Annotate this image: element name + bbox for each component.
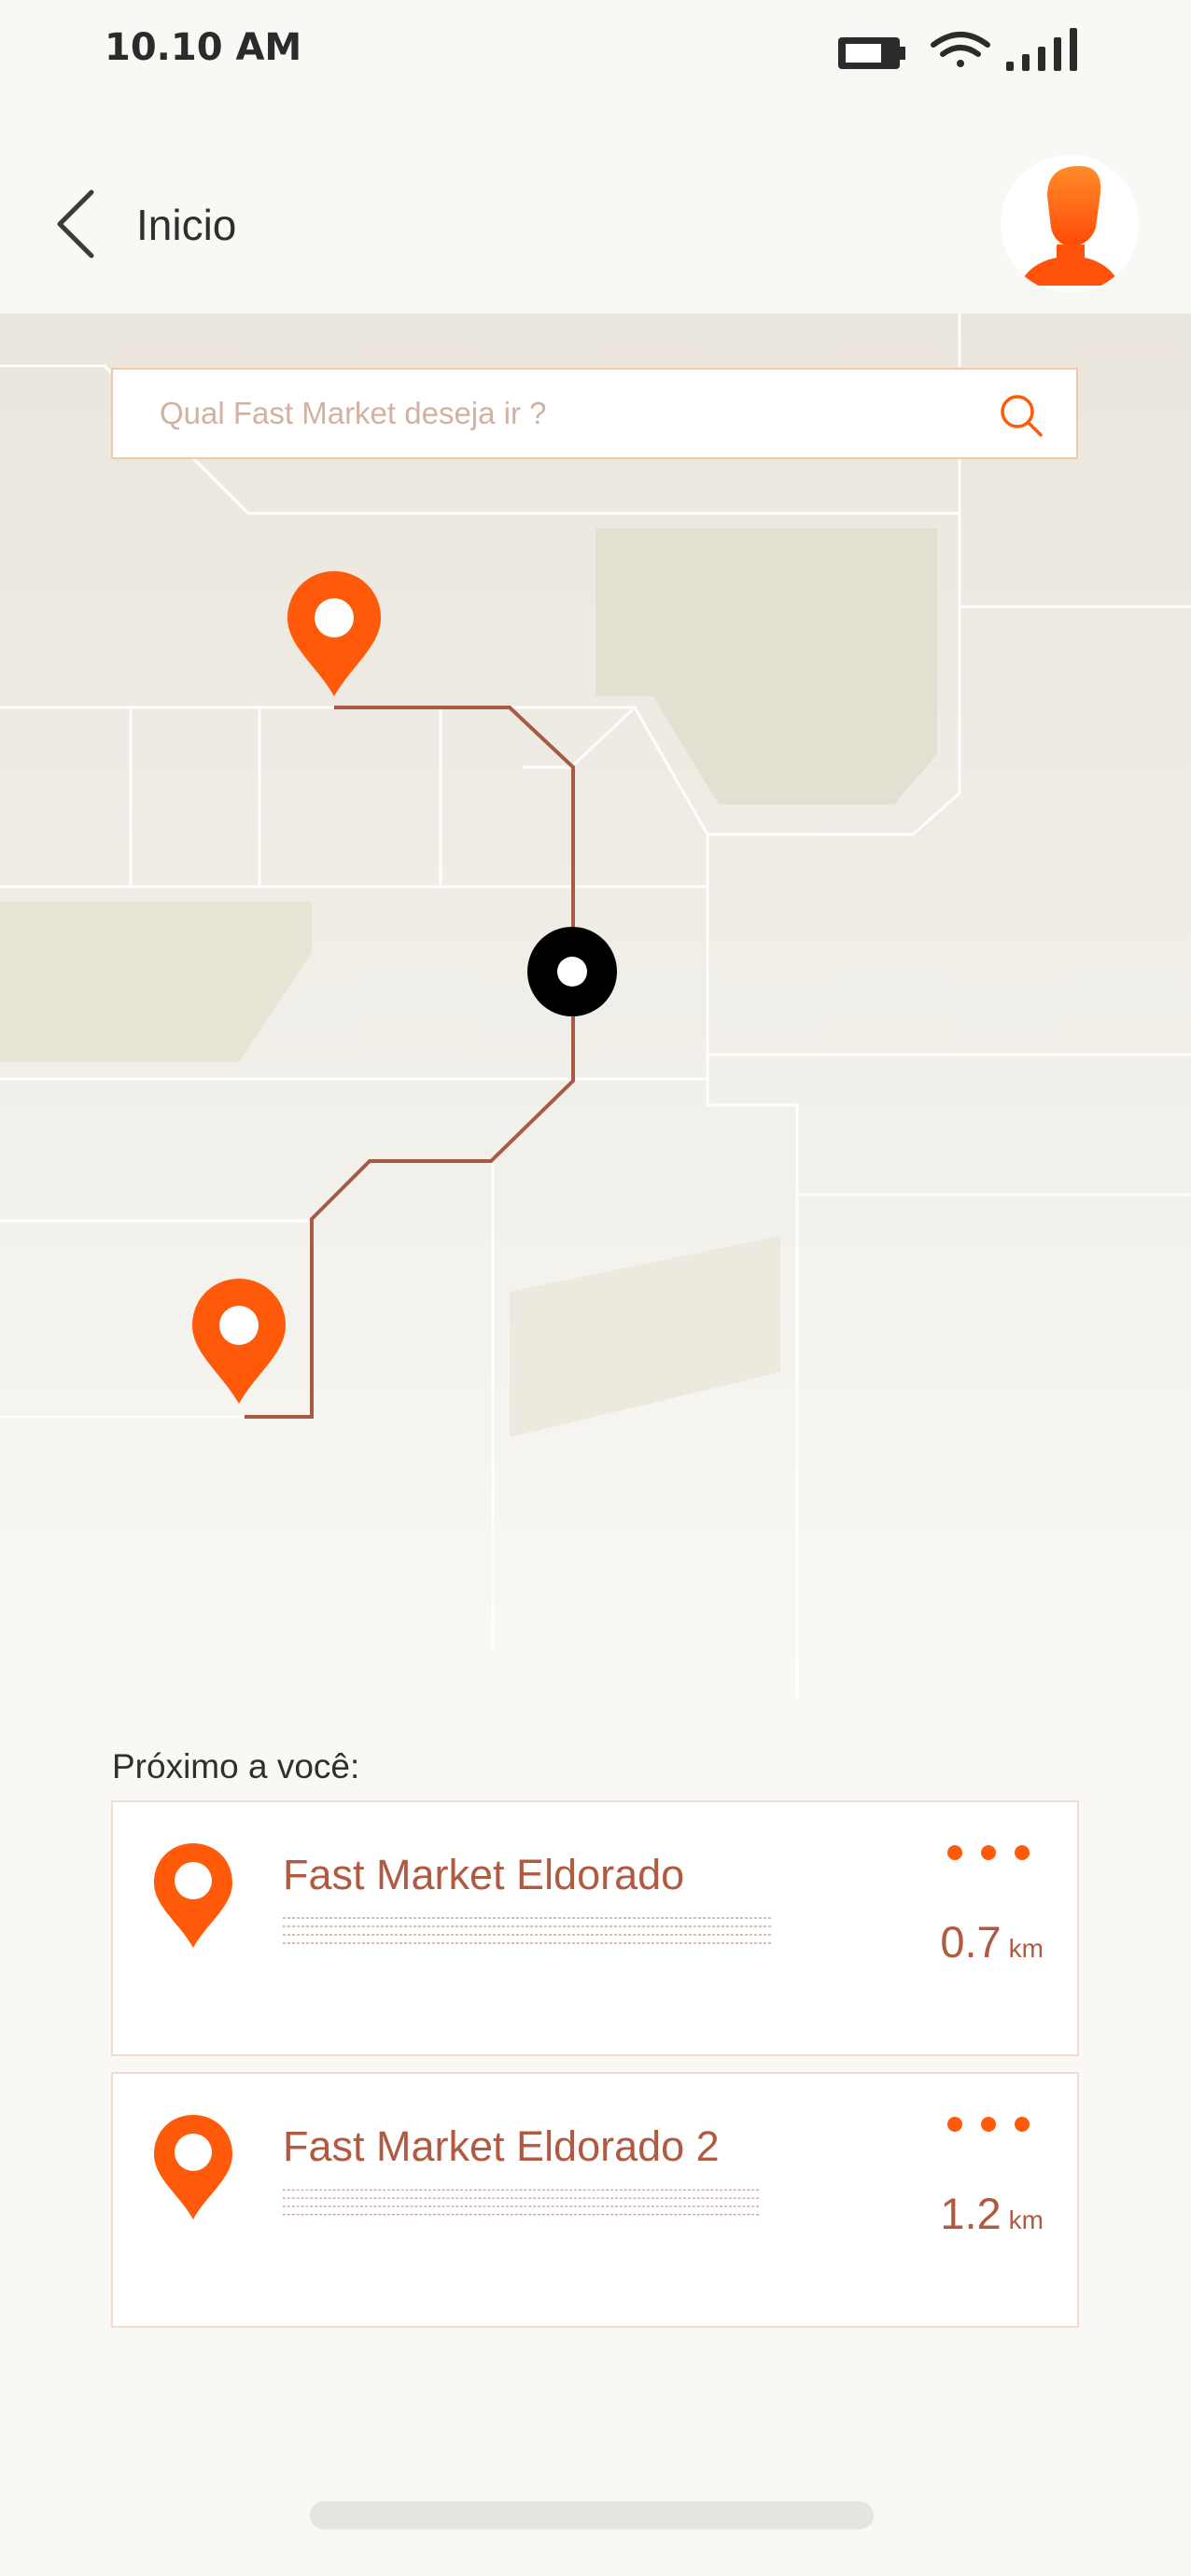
avatar[interactable]: [1001, 155, 1139, 293]
distance-unit: km: [1008, 1934, 1044, 1963]
more-options-icon[interactable]: [946, 2113, 1030, 2135]
map-pin-icon: [154, 2115, 232, 2219]
market-name: Fast Market Eldorado 2: [283, 2122, 720, 2170]
search-bar[interactable]: Qual Fast Market deseja ir ?: [111, 368, 1078, 459]
nearby-label: Próximo a você:: [112, 1747, 360, 1785]
user-avatar-icon: [1019, 165, 1120, 286]
market-name: Fast Market Eldorado: [283, 1851, 685, 1898]
list-item[interactable]: Fast Market Eldorado 2 1.2 km: [111, 2072, 1079, 2328]
list-item[interactable]: Fast Market Eldorado 0.7 km: [111, 1800, 1079, 2056]
current-location-icon: [527, 927, 617, 1016]
distance: 1.2 km: [940, 2188, 1044, 2239]
status-time: 10.10 AM: [105, 26, 302, 69]
signal-icon: [1006, 28, 1077, 71]
phone-screen: 10.10 AM Inicio Qual Fast Market deseja …: [0, 0, 1191, 2576]
map-pin-icon: [154, 1843, 232, 1948]
back-button[interactable]: [50, 187, 101, 261]
address-placeholder-lines: [283, 2189, 761, 2216]
wifi-icon: [931, 32, 990, 67]
distance-value: 1.2: [940, 2189, 1002, 2238]
battery-icon: [838, 37, 905, 69]
search-input[interactable]: Qual Fast Market deseja ir ?: [160, 396, 547, 431]
chevron-left-icon: [57, 189, 94, 259]
distance-value: 0.7: [940, 1917, 1002, 1967]
status-icons: [838, 28, 1077, 71]
notch: [388, 0, 805, 97]
address-placeholder-lines: [283, 1917, 773, 1944]
page-title: Inicio: [136, 201, 237, 249]
distance: 0.7 km: [940, 1916, 1044, 1967]
distance-unit: km: [1008, 2205, 1044, 2234]
home-indicator[interactable]: [310, 2501, 874, 2529]
map[interactable]: [0, 314, 1191, 1704]
more-options-icon[interactable]: [946, 1841, 1030, 1864]
search-icon[interactable]: [998, 392, 1044, 439]
